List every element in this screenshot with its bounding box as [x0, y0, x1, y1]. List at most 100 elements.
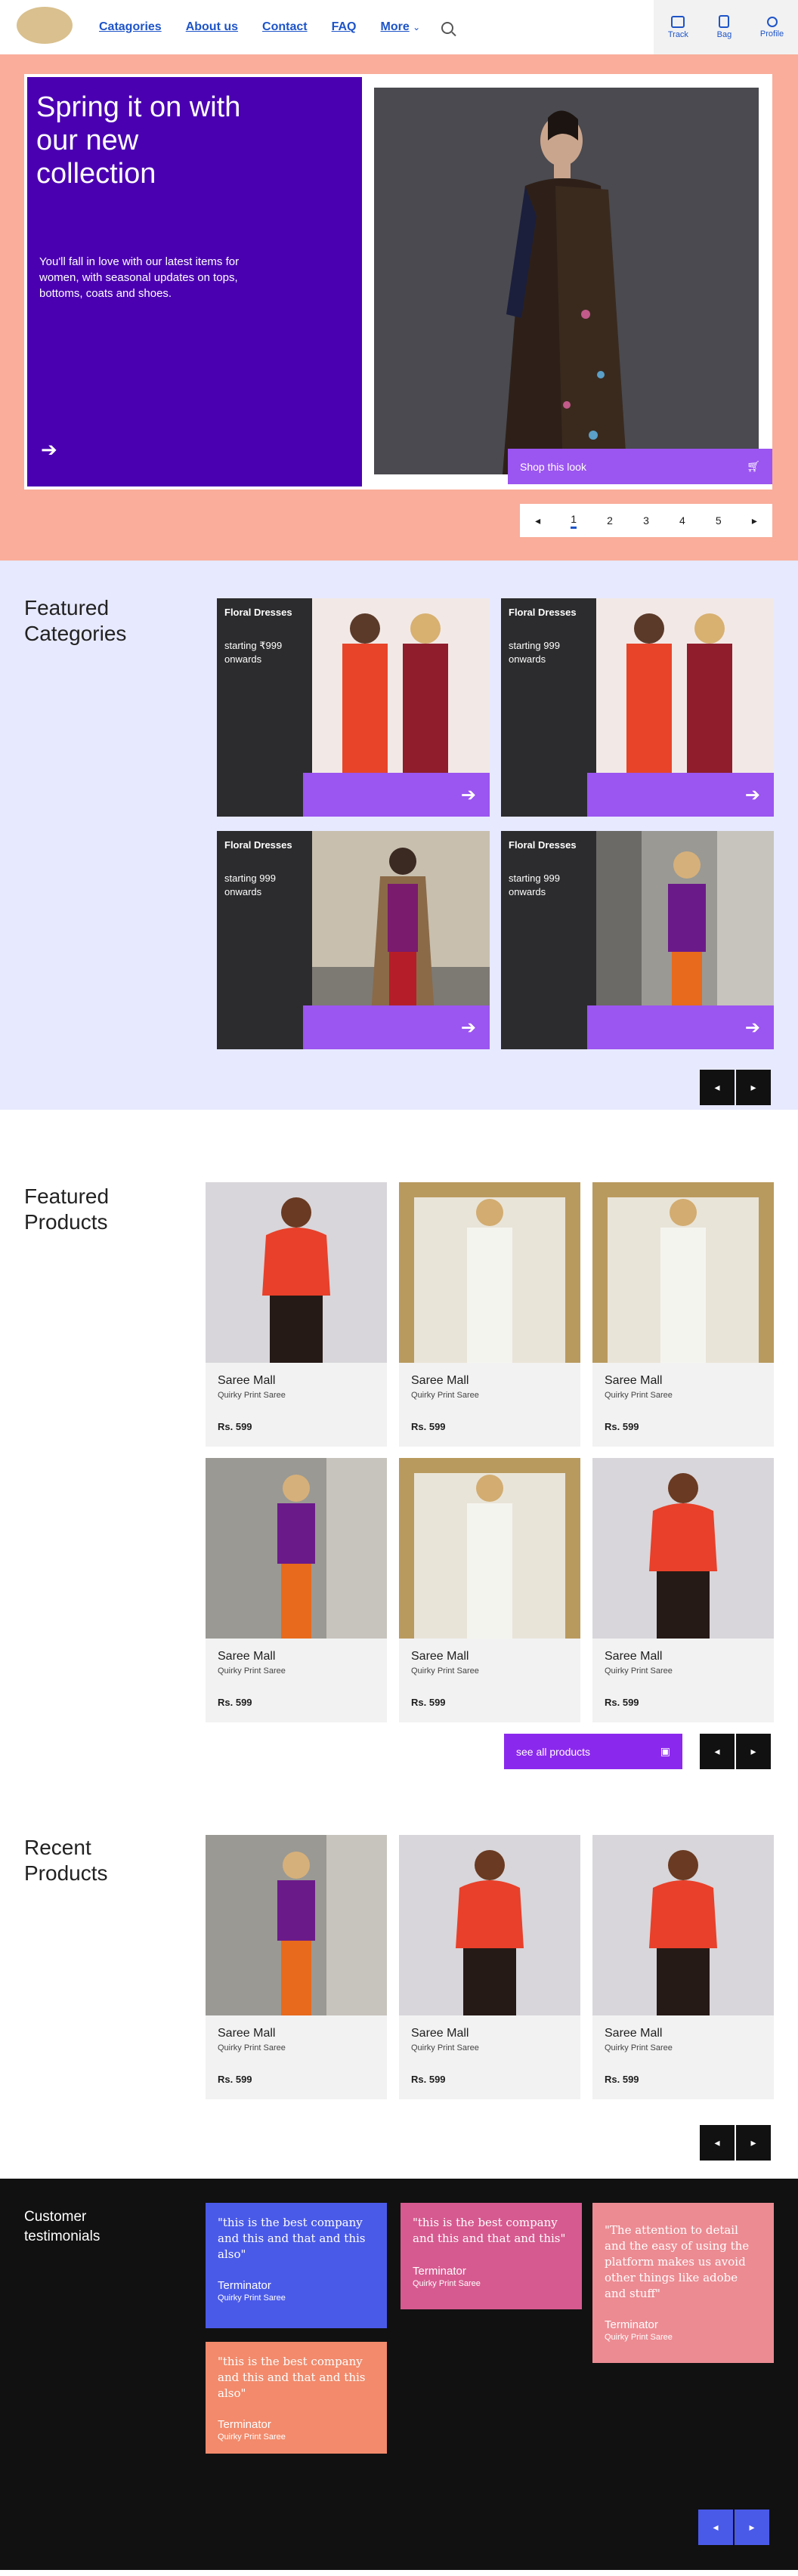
brand-logo[interactable]: [17, 7, 73, 44]
featured-categories-title: Featured Categories: [24, 596, 127, 645]
testimonial-role: Quirky Print Saree: [218, 2432, 286, 2442]
testimonial-quote: "this is the best company and this and t…: [218, 2355, 366, 2400]
testimonial-quote: "this is the best company and this and t…: [413, 2216, 566, 2245]
arrow-right-icon[interactable]: ➔: [41, 438, 57, 462]
nav-faq[interactable]: FAQ: [332, 20, 357, 34]
product-card[interactable]: Saree Mall Quirky Print Saree Rs. 599: [399, 1835, 580, 2099]
product-card[interactable]: Saree Mall Quirky Print Saree Rs. 599: [592, 1458, 774, 1722]
product-name: Saree Mall: [605, 1374, 663, 1387]
categories-carousel-controls: ◂ ▸: [700, 1070, 771, 1105]
product-price: Rs. 599: [218, 2074, 252, 2085]
arrow-right-icon[interactable]: ➔: [303, 773, 490, 817]
track-button[interactable]: Track: [667, 15, 688, 39]
shop-look-label: Shop this look: [520, 460, 586, 473]
product-card[interactable]: Saree Mall Quirky Print Saree Rs. 599: [206, 1458, 387, 1722]
profile-button[interactable]: Profile: [760, 16, 784, 39]
nav-more[interactable]: More ⌄: [380, 20, 420, 34]
product-image: [206, 1835, 387, 2015]
footer-spacer: [0, 2570, 798, 2576]
product-image: [592, 1458, 774, 1639]
product-image: [206, 1182, 387, 1363]
product-subtitle: Quirky Print Saree: [605, 1666, 673, 1676]
cart-icon: 🛒︎: [747, 460, 760, 472]
category-card[interactable]: Floral Dresses starting 999 onwards ➔: [501, 831, 774, 1049]
category-title: Floral Dresses: [509, 607, 577, 618]
nav-about[interactable]: About us: [186, 20, 238, 34]
nav-more-label[interactable]: More: [380, 20, 409, 34]
next-button[interactable]: ▸: [736, 2125, 771, 2161]
page-5-button[interactable]: 5: [716, 514, 722, 527]
search-icon[interactable]: [441, 22, 453, 34]
category-info: Floral Dresses starting 999 onwards: [217, 831, 312, 1049]
prev-button[interactable]: ◂: [700, 1734, 735, 1769]
user-icon: [766, 16, 778, 27]
category-price: starting 999 onwards: [509, 873, 560, 897]
testimonial-card: "this is the best company and this and t…: [206, 2203, 387, 2328]
testimonial-card: "The attention to detail and the easy of…: [592, 2203, 774, 2363]
product-card[interactable]: Saree Mall Quirky Print Saree Rs. 599: [592, 1835, 774, 2099]
testimonial-card: "this is the best company and this and t…: [401, 2203, 582, 2309]
bag-label: Bag: [716, 30, 732, 39]
product-price: Rs. 599: [218, 1697, 252, 1708]
testimonial-role: Quirky Print Saree: [413, 2279, 481, 2288]
product-image: [399, 1835, 580, 2015]
next-button[interactable]: ▸: [736, 1734, 771, 1769]
product-card[interactable]: Saree Mall Quirky Print Saree Rs. 599: [206, 1835, 387, 2099]
product-name: Saree Mall: [411, 1374, 469, 1387]
shop-this-look-button[interactable]: Shop this look 🛒︎: [508, 449, 772, 484]
recent-products-section: Recent Products Saree Mall Quirky Print …: [0, 1835, 798, 2179]
product-image: [592, 1835, 774, 2015]
page-2-button[interactable]: 2: [607, 514, 613, 527]
product-price: Rs. 599: [411, 2074, 446, 2085]
product-price: Rs. 599: [605, 1421, 639, 1432]
page-4-button[interactable]: 4: [679, 514, 685, 527]
product-card[interactable]: Saree Mall Quirky Print Saree Rs. 599: [592, 1182, 774, 1447]
testimonial-author: Terminator: [218, 2279, 271, 2292]
next-button[interactable]: ▸: [736, 1070, 771, 1105]
category-price: starting 999 onwards: [224, 873, 276, 897]
page-1-button[interactable]: 1: [571, 513, 577, 529]
arrow-right-icon[interactable]: ➔: [303, 1005, 490, 1049]
nav-categories[interactable]: Catagories: [99, 20, 162, 34]
category-card[interactable]: Floral Dresses starting 999 onwards ➔: [217, 831, 490, 1049]
product-image: [592, 1182, 774, 1363]
product-name: Saree Mall: [218, 2027, 276, 2040]
see-all-products-button[interactable]: see all products ▣: [504, 1734, 682, 1769]
nav-contact[interactable]: Contact: [262, 20, 308, 34]
category-card[interactable]: Floral Dresses starting ₹999 onwards ➔: [217, 598, 490, 817]
testimonials-controls: ◂ ▸: [698, 2510, 769, 2545]
testimonials-section: Customer testimonials "this is the best …: [0, 2179, 798, 2570]
page-3-button[interactable]: 3: [643, 514, 649, 527]
prev-button[interactable]: ◂: [700, 1070, 735, 1105]
product-subtitle: Quirky Print Saree: [411, 1666, 479, 1676]
hero-model-image: [374, 88, 759, 474]
testimonial-author: Terminator: [413, 2265, 466, 2278]
bag-button[interactable]: Bag: [717, 15, 732, 39]
hero-pagination: ◂ 1 2 3 4 5 ▸: [520, 504, 772, 537]
arrow-right-icon[interactable]: ➔: [587, 1005, 774, 1049]
prev-button[interactable]: ◂: [700, 2125, 735, 2161]
see-all-label: see all products: [516, 1745, 591, 1758]
product-image: [206, 1458, 387, 1639]
category-price: starting ₹999 onwards: [224, 640, 283, 665]
product-subtitle: Quirky Print Saree: [605, 2043, 673, 2052]
recent-products-title: Recent Products: [24, 1836, 108, 1885]
testimonial-role: Quirky Print Saree: [218, 2293, 286, 2303]
category-title: Floral Dresses: [224, 607, 292, 618]
product-subtitle: Quirky Print Saree: [411, 2043, 479, 2052]
arrow-right-icon[interactable]: ➔: [587, 773, 774, 817]
track-label: Track: [667, 29, 688, 39]
next-page-button[interactable]: ▸: [752, 514, 757, 527]
product-name: Saree Mall: [218, 1650, 276, 1663]
testimonial-card: "this is the best company and this and t…: [206, 2342, 387, 2454]
product-name: Saree Mall: [605, 1650, 663, 1663]
prev-button[interactable]: ◂: [698, 2510, 733, 2545]
category-info: Floral Dresses starting 999 onwards: [501, 831, 596, 1049]
product-card[interactable]: Saree Mall Quirky Print Saree Rs. 599: [399, 1182, 580, 1447]
next-button[interactable]: ▸: [735, 2510, 769, 2545]
category-card[interactable]: Floral Dresses starting 999 onwards ➔: [501, 598, 774, 817]
testimonial-author: Terminator: [605, 2318, 658, 2331]
prev-page-button[interactable]: ◂: [535, 514, 540, 527]
product-card[interactable]: Saree Mall Quirky Print Saree Rs. 599: [206, 1182, 387, 1447]
product-card[interactable]: Saree Mall Quirky Print Saree Rs. 599: [399, 1458, 580, 1722]
